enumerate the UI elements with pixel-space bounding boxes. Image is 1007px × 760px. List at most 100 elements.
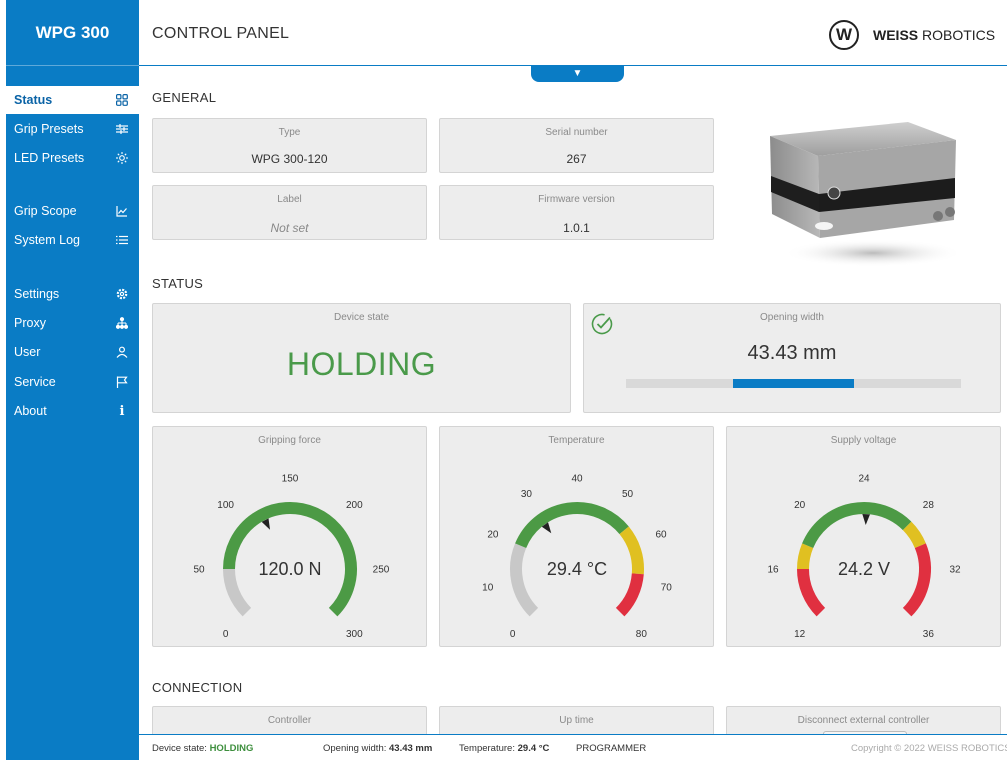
serial-number-label: Serial number	[545, 127, 608, 138]
opening-width-label: Opening width	[760, 312, 824, 323]
gauge-tick-label: 30	[521, 489, 533, 500]
sidebar-item-user[interactable]: User	[6, 338, 139, 366]
firmware-version-value: 1.0.1	[563, 221, 590, 235]
logo-text: WEISS ROBOTICS	[873, 27, 995, 43]
footer-copyright: Copyright © 2022 WEISS ROBOTICS	[851, 743, 1007, 754]
list-icon	[115, 233, 129, 247]
logo-text-light: ROBOTICS	[922, 27, 996, 43]
logo-mark: W	[829, 20, 859, 50]
gripper-device-image	[770, 122, 963, 267]
sidebar-item-settings[interactable]: Settings	[6, 280, 139, 308]
gauge-value: 29.4 °C	[547, 559, 607, 579]
temperature-gauge: 0 10 20 30 40 50 60 70 80 29.4 °C	[482, 474, 673, 640]
collapse-toggle-button[interactable]: ▼	[531, 65, 624, 82]
footer-device-state: Device state: HOLDING	[152, 743, 253, 754]
footer-temp-prefix: Temperature:	[459, 743, 515, 754]
gauge-band	[515, 502, 629, 549]
sidebar-item-proxy[interactable]: Proxy	[6, 309, 139, 337]
sidebar-item-label: Grip Scope	[14, 204, 77, 218]
section-title-general: GENERAL	[152, 90, 217, 105]
gauge-tick-label: 70	[661, 582, 673, 593]
footer-temp-value: 29.4 °C	[517, 743, 550, 754]
brand-title: WPG 300	[6, 0, 139, 66]
type-label: Type	[278, 127, 301, 138]
gauge-tick-label: 50	[193, 565, 205, 576]
type-value: WPG 300-120	[251, 152, 328, 166]
sidebar-item-status[interactable]: Status	[6, 86, 139, 114]
gauge-tick-label: 12	[794, 629, 806, 640]
label-card: Label Not set	[152, 185, 427, 240]
gauge-tick-label: 100	[217, 500, 234, 511]
device-state-card: Device state HOLDING	[152, 303, 571, 413]
gauge-tick-label: 0	[223, 629, 229, 640]
gauge-band	[615, 573, 644, 617]
gauge-band	[619, 526, 644, 575]
sliders-icon	[115, 122, 129, 136]
sidebar-item-label: About	[14, 404, 47, 418]
status-bar: Device state: HOLDING Opening width: 43.…	[139, 734, 1007, 760]
device-state-value: HOLDING	[286, 346, 437, 382]
footer-temperature: Temperature: 29.4 °C	[459, 743, 549, 754]
footer-opening-width: Opening width: 43.43 mm	[323, 743, 432, 754]
gauge-band	[797, 568, 826, 617]
sidebar-item-label: System Log	[14, 233, 81, 247]
firmware-version-card: Firmware version 1.0.1	[439, 185, 714, 240]
gauge-tick-label: 36	[923, 629, 935, 640]
sidebar-item-label: Grip Presets	[14, 122, 84, 136]
sidebar-item-grip-scope[interactable]: Grip Scope	[6, 197, 139, 225]
gauge-tick-label: 0	[510, 629, 516, 640]
sun-icon	[115, 151, 129, 165]
gauge-tick-label: 80	[636, 629, 648, 640]
sidebar-item-led-presets[interactable]: LED Presets	[6, 144, 139, 172]
gripping-force-gauge: 0 50 100 150 200 250 300 120.0 N	[193, 474, 389, 640]
gauge-band	[902, 521, 926, 549]
page-title: CONTROL PANEL	[152, 25, 290, 42]
opening-width-value: 43.43 mm	[747, 342, 837, 364]
gear-icon	[115, 287, 129, 301]
firmware-version-label: Firmware version	[538, 194, 615, 205]
sidebar-item-about[interactable]: About i	[6, 397, 139, 425]
user-icon	[115, 345, 129, 359]
label-value: Not set	[270, 221, 309, 235]
device-state-label: Device state	[333, 312, 390, 323]
gauge-band	[902, 543, 931, 617]
footer-mode: PROGRAMMER	[576, 743, 647, 754]
gauge-tick-label: 20	[487, 530, 499, 541]
sidebar-item-label: Status	[14, 93, 53, 107]
gauge-tick-label: 40	[571, 474, 583, 485]
controller-label: Controller	[267, 715, 312, 726]
footer-opening-value: 43.43 mm	[389, 743, 433, 754]
info-icon: i	[119, 403, 125, 419]
grid-icon	[115, 93, 129, 107]
gauge-tick-label: 16	[767, 565, 779, 576]
serial-number-value: 267	[566, 152, 587, 166]
gripping-force-card: Gripping force 0 50 100 150 200 250 300 120.0 N	[152, 426, 427, 647]
app-window: WPG 300 Status Grip Presets LED Presets	[0, 0, 1007, 760]
logo-text-bold: WEISS	[873, 27, 919, 43]
serial-number-card: Serial number 267	[439, 118, 714, 173]
section-title-status: STATUS	[152, 276, 204, 291]
gauge-tick-label: 20	[794, 500, 806, 511]
sidebar-item-grip-presets[interactable]: Grip Presets	[6, 115, 139, 143]
sidebar-item-label: Proxy	[14, 316, 46, 330]
gauge-needle	[862, 514, 870, 526]
gauge-tick-label: 32	[949, 565, 961, 576]
sidebar-item-system-log[interactable]: System Log	[6, 226, 139, 254]
sidebar-item-label: LED Presets	[14, 151, 85, 165]
footer-state-prefix: Device state:	[152, 743, 207, 754]
gauge-tick-label: 24	[858, 474, 870, 485]
sidebar-item-service[interactable]: Service	[6, 368, 139, 396]
company-logo: W WEISS ROBOTICS	[829, 20, 995, 50]
gauge-value: 24.2 V	[838, 559, 890, 579]
gauge-band	[223, 568, 252, 617]
gauge-value: 120.0 N	[258, 559, 321, 579]
gauge-tick-label: 150	[282, 474, 299, 485]
sidebar-item-label: Settings	[14, 287, 60, 301]
sidebar: WPG 300 Status Grip Presets LED Presets	[6, 0, 139, 760]
supply-voltage-card: Supply voltage 12 16 20 24 28 32 36 24.2 V	[726, 426, 1001, 647]
chevron-down-icon: ▼	[572, 68, 583, 79]
supply-voltage-gauge: 12 16 20 24 28 32 36 24.2 V	[767, 474, 961, 640]
sidebar-item-label: Service	[14, 375, 56, 389]
sidebar-item-label: User	[14, 345, 41, 359]
disconnect-controller-label: Disconnect external controller	[797, 715, 930, 726]
